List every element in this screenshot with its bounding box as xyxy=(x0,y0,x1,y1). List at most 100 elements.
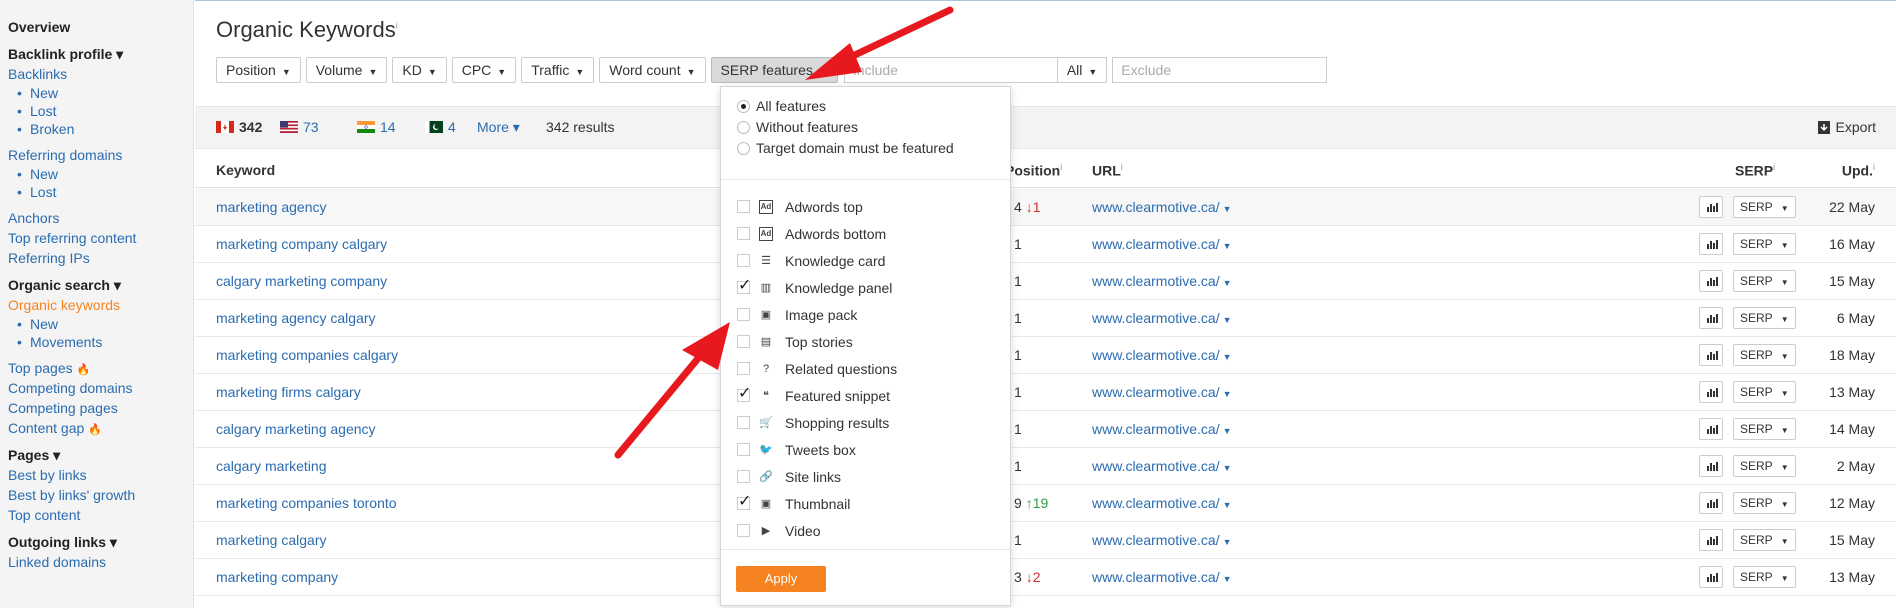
feature-mode-radio[interactable]: All features xyxy=(737,96,826,116)
checkbox[interactable] xyxy=(737,492,751,512)
sidebar-competing-pages[interactable]: Competing pages xyxy=(0,398,193,418)
chart-button[interactable] xyxy=(1699,566,1723,588)
serp-button[interactable]: SERP ▼ xyxy=(1733,381,1796,403)
word-count-filter[interactable]: Word count ▼ xyxy=(599,57,706,83)
info-icon[interactable]: i xyxy=(396,21,398,31)
keyword-link[interactable]: marketing agency xyxy=(216,199,327,215)
chart-button[interactable] xyxy=(1699,455,1723,477)
sidebar-backlinks[interactable]: Backlinks xyxy=(0,64,193,84)
feature-mode-radio[interactable]: Without features xyxy=(737,117,858,137)
sidebar-best-by-links[interactable]: Best by links xyxy=(0,465,193,485)
checkbox[interactable] xyxy=(737,200,750,213)
checkbox[interactable] xyxy=(737,227,750,240)
col-url[interactable]: URLi xyxy=(1092,162,1123,179)
serp-features-filter[interactable]: SERP features ▼ xyxy=(710,57,838,83)
url-link[interactable]: www.clearmotive.ca/▼ xyxy=(1092,347,1232,363)
url-link[interactable]: www.clearmotive.ca/▼ xyxy=(1092,273,1232,289)
apply-button[interactable]: Apply xyxy=(736,566,826,592)
sidebar-referring-ips[interactable]: Referring IPs xyxy=(0,248,193,268)
chart-button[interactable] xyxy=(1699,529,1723,551)
sidebar-referring-domains[interactable]: Referring domains xyxy=(0,145,193,165)
volume-filter[interactable]: Volume ▼ xyxy=(305,57,388,83)
sidebar-rd-lost[interactable]: Lost xyxy=(0,183,193,201)
url-link[interactable]: www.clearmotive.ca/▼ xyxy=(1092,495,1232,511)
country-in[interactable]: 14 xyxy=(357,119,396,135)
url-link[interactable]: www.clearmotive.ca/▼ xyxy=(1092,236,1232,252)
sidebar-backlinks-lost[interactable]: Lost xyxy=(0,102,193,120)
serp-button[interactable]: SERP ▼ xyxy=(1733,492,1796,514)
chart-button[interactable] xyxy=(1699,196,1723,218)
checkbox[interactable] xyxy=(737,335,750,348)
url-link[interactable]: www.clearmotive.ca/▼ xyxy=(1092,310,1232,326)
url-link[interactable]: www.clearmotive.ca/▼ xyxy=(1092,458,1232,474)
include-input[interactable]: Include xyxy=(843,57,1058,83)
keyword-link[interactable]: marketing companies calgary xyxy=(216,347,398,363)
chart-button[interactable] xyxy=(1699,418,1723,440)
sidebar-best-by-links-growth[interactable]: Best by links' growth xyxy=(0,485,193,505)
keyword-link[interactable]: marketing company calgary xyxy=(216,236,387,252)
sidebar-rd-new[interactable]: New xyxy=(0,165,193,183)
chart-button[interactable] xyxy=(1699,492,1723,514)
checkbox[interactable] xyxy=(737,254,750,267)
serp-button[interactable]: SERP ▼ xyxy=(1733,529,1796,551)
serp-button[interactable]: SERP ▼ xyxy=(1733,418,1796,440)
export-button[interactable]: Export xyxy=(1817,119,1876,135)
country-us[interactable]: 73 xyxy=(280,119,319,135)
sidebar-organic-keywords[interactable]: Organic keywords xyxy=(0,295,193,315)
sidebar-top-content[interactable]: Top content xyxy=(0,505,193,525)
exclude-input[interactable]: Exclude xyxy=(1112,57,1328,83)
checkbox[interactable] xyxy=(737,470,750,483)
serp-button[interactable]: SERP ▼ xyxy=(1733,307,1796,329)
chart-button[interactable] xyxy=(1699,344,1723,366)
sidebar-ok-movements[interactable]: Movements xyxy=(0,333,193,351)
sidebar-pages[interactable]: Pages ▾ xyxy=(0,445,193,465)
col-keyword[interactable]: Keyword xyxy=(216,162,275,178)
url-link[interactable]: www.clearmotive.ca/▼ xyxy=(1092,532,1232,548)
serp-button[interactable]: SERP ▼ xyxy=(1733,196,1796,218)
sidebar-backlinks-new[interactable]: New xyxy=(0,84,193,102)
url-link[interactable]: www.clearmotive.ca/▼ xyxy=(1092,199,1232,215)
chart-button[interactable] xyxy=(1699,270,1723,292)
checkbox[interactable] xyxy=(737,524,750,537)
serp-button[interactable]: SERP ▼ xyxy=(1733,233,1796,255)
sidebar-overview[interactable]: Overview xyxy=(0,17,193,37)
sidebar-top-pages[interactable]: Top pages 🔥 xyxy=(0,358,193,378)
sidebar-competing-domains[interactable]: Competing domains xyxy=(0,378,193,398)
checkbox[interactable] xyxy=(737,362,750,375)
cpc-filter[interactable]: CPC ▼ xyxy=(451,57,517,83)
sidebar-content-gap[interactable]: Content gap 🔥 xyxy=(0,418,193,438)
checkbox[interactable] xyxy=(737,443,750,456)
sidebar-anchors[interactable]: Anchors xyxy=(0,208,193,228)
keyword-link[interactable]: marketing companies toronto xyxy=(216,495,397,511)
col-serp[interactable]: SERPi xyxy=(1735,162,1775,179)
position-filter[interactable]: Position ▼ xyxy=(216,57,301,83)
sidebar-linked-domains[interactable]: Linked domains xyxy=(0,552,193,572)
sidebar-top-referring-content[interactable]: Top referring content xyxy=(0,228,193,248)
keyword-link[interactable]: marketing firms calgary xyxy=(216,384,361,400)
sidebar-backlinks-broken[interactable]: Broken xyxy=(0,120,193,138)
more-countries-button[interactable]: More ▾ xyxy=(477,119,520,136)
keyword-link[interactable]: calgary marketing company xyxy=(216,273,387,289)
checkbox[interactable] xyxy=(737,416,750,429)
keyword-link[interactable]: calgary marketing agency xyxy=(216,421,376,437)
url-link[interactable]: www.clearmotive.ca/▼ xyxy=(1092,384,1232,400)
serp-button[interactable]: SERP ▼ xyxy=(1733,270,1796,292)
keyword-link[interactable]: marketing agency calgary xyxy=(216,310,376,326)
checkbox[interactable] xyxy=(737,308,750,321)
traffic-filter[interactable]: Traffic ▼ xyxy=(521,57,595,83)
col-updated[interactable]: Upd.i xyxy=(1842,162,1875,179)
checkbox[interactable] xyxy=(737,384,751,404)
feature-mode-radio[interactable]: Target domain must be featured xyxy=(737,138,954,158)
url-link[interactable]: www.clearmotive.ca/▼ xyxy=(1092,569,1232,585)
keyword-link[interactable]: calgary marketing xyxy=(216,458,327,474)
country-ca[interactable]: 342 xyxy=(216,119,262,135)
sidebar-organic-search[interactable]: Organic search ▾ xyxy=(0,275,193,295)
url-link[interactable]: www.clearmotive.ca/▼ xyxy=(1092,421,1232,437)
keyword-link[interactable]: marketing calgary xyxy=(216,532,327,548)
checkbox[interactable] xyxy=(737,276,751,296)
serp-button[interactable]: SERP ▼ xyxy=(1733,455,1796,477)
chart-button[interactable] xyxy=(1699,381,1723,403)
keyword-link[interactable]: marketing company xyxy=(216,569,338,585)
chart-button[interactable] xyxy=(1699,233,1723,255)
serp-button[interactable]: SERP ▼ xyxy=(1733,344,1796,366)
